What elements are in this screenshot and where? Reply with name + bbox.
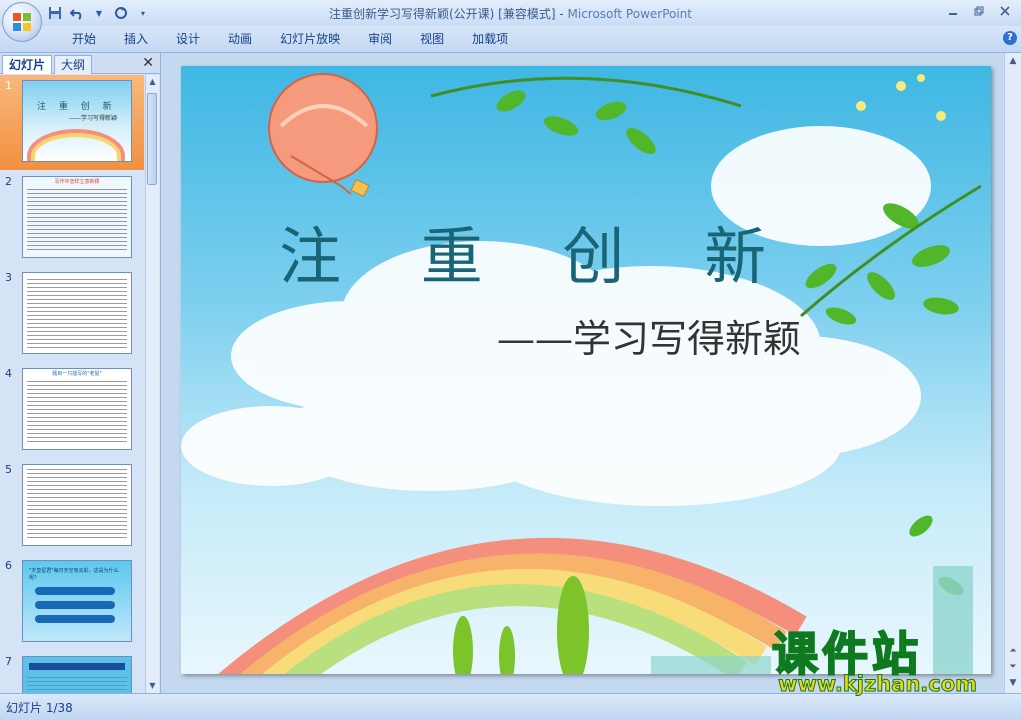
slide-thumbnail-2[interactable]: 2 写作中怎样立意新颖 <box>0 171 144 266</box>
slide-thumbnail-3[interactable]: 3 <box>0 267 144 362</box>
title-separator: - <box>555 7 568 21</box>
slide-number: 4 <box>5 367 12 380</box>
thumbnail-image <box>22 272 132 354</box>
slide-number: 6 <box>5 559 12 572</box>
scroll-down-arrow-icon[interactable]: ▼ <box>1005 675 1021 691</box>
scroll-down-arrow-icon[interactable]: ▼ <box>146 679 159 693</box>
restore-icon[interactable] <box>967 2 991 20</box>
thumbnail-image <box>22 464 132 546</box>
tab-outline[interactable]: 大纲 <box>54 55 93 74</box>
scrollbar-thumb[interactable] <box>147 93 157 185</box>
status-bar: 幻灯片 1/38 <box>0 693 1021 720</box>
ribbon-tab-bar: 开始 插入 设计 动画 幻灯片放映 审阅 视图 加载项 ? <box>0 26 1021 53</box>
slide-thumbnail-6[interactable]: 6 "天皇星君"每日天空有云彩，这是为什么呢？ <box>0 555 144 650</box>
slide-thumbnail-5[interactable]: 5 <box>0 459 144 554</box>
close-pane-icon[interactable]: ✕ <box>142 55 154 71</box>
next-slide-icon[interactable]: ⏷ <box>1005 659 1021 675</box>
ribbon-tabs: 开始 插入 设计 动画 幻灯片放映 审阅 视图 加载项 <box>58 31 522 47</box>
slide-thumbnail-1[interactable]: 1 注 重 创 新 ——学习写得新颖 <box>0 75 144 170</box>
window-title: 注重创新学习写得新颖(公开课) [兼容模式] - Microsoft Power… <box>0 5 1021 22</box>
slide-scrollbar[interactable]: ▲ ⏶ ⏷ ▼ <box>1004 53 1021 693</box>
minimize-icon[interactable] <box>941 2 965 20</box>
tab-addins[interactable]: 加载项 <box>458 31 522 47</box>
app-name: Microsoft PowerPoint <box>567 7 693 21</box>
watermark-url: www.kjzhan.com <box>777 672 978 697</box>
scroll-up-arrow-icon[interactable]: ▲ <box>1005 53 1021 69</box>
title-bar: ▼ ▾ 注重创新学习写得新颖(公开课) [兼容模式] - Microsoft P… <box>0 0 1021 42</box>
office-logo-icon <box>13 13 31 31</box>
thumbnail-heading: 写作中怎样立意新颖 <box>54 179 100 185</box>
slide-number: 5 <box>5 463 12 476</box>
thumbnails-scrollbar[interactable]: ▲ ▼ <box>145 75 159 693</box>
slide-number: 1 <box>5 79 12 92</box>
thumbnail-image: 写作中怎样立意新颖 <box>22 176 132 258</box>
slide-background-art <box>181 73 982 674</box>
slide-thumbnail-4[interactable]: 4 题目一只能写的"老鼠" <box>0 363 144 458</box>
tab-design[interactable]: 设计 <box>162 31 214 47</box>
scroll-up-arrow-icon[interactable]: ▲ <box>146 75 159 89</box>
slide-position: 幻灯片 1/38 <box>6 701 73 715</box>
slide-thumbnail-7[interactable]: 7 <box>0 651 144 693</box>
tab-home[interactable]: 开始 <box>58 31 110 47</box>
thumbnail-image: "天皇星君"每日天空有云彩，这是为什么呢？ <box>22 560 132 642</box>
slide-editing-area: 注 重 创 新 ——学习写得新颖 <box>161 53 1003 693</box>
thumbnail-heading: "天皇星君"每日天空有云彩，这是为什么呢？ <box>29 568 119 581</box>
thumbnail-image: 题目一只能写的"老鼠" <box>22 368 132 450</box>
tab-review[interactable]: 审阅 <box>354 31 406 47</box>
thumbnail-heading: 题目一只能写的"老鼠" <box>52 371 102 377</box>
current-slide[interactable]: 注 重 创 新 ——学习写得新颖 <box>181 66 991 674</box>
slide-subtitle[interactable]: ——学习写得新颖 <box>497 308 801 363</box>
slide-title[interactable]: 注 重 创 新 <box>279 206 796 296</box>
window-controls <box>941 2 1017 20</box>
tab-animations[interactable]: 动画 <box>214 31 266 47</box>
office-button[interactable] <box>2 2 42 42</box>
tab-view[interactable]: 视图 <box>406 31 458 47</box>
slides-pane: 幻灯片 大纲 ✕ 1 注 重 创 新 ——学习写得新颖 2 写作中怎样立意新颖 … <box>0 53 161 693</box>
slide-number: 7 <box>5 655 12 668</box>
thumbnail-title: 注 重 创 新 <box>37 102 117 112</box>
slide-number: 2 <box>5 175 12 188</box>
thumbnail-subtitle: ——学习写得新颖 <box>69 115 118 122</box>
tab-insert[interactable]: 插入 <box>110 31 162 47</box>
close-icon[interactable] <box>993 2 1017 20</box>
tab-slideshow[interactable]: 幻灯片放映 <box>266 31 354 47</box>
previous-slide-icon[interactable]: ⏶ <box>1005 643 1021 659</box>
slide-thumbnails: 1 注 重 创 新 ——学习写得新颖 2 写作中怎样立意新颖 3 4 题目一只能… <box>0 75 144 693</box>
help-icon[interactable]: ? <box>1003 31 1017 45</box>
slide-number: 3 <box>5 271 12 284</box>
thumbnail-image: 注 重 创 新 ——学习写得新颖 <box>22 80 132 162</box>
thumbnail-image <box>22 656 132 693</box>
tab-slides[interactable]: 幻灯片 <box>2 55 53 74</box>
document-title: 注重创新学习写得新颖(公开课) [兼容模式] <box>328 7 556 21</box>
pane-tabs: 幻灯片 大纲 ✕ <box>0 53 160 74</box>
